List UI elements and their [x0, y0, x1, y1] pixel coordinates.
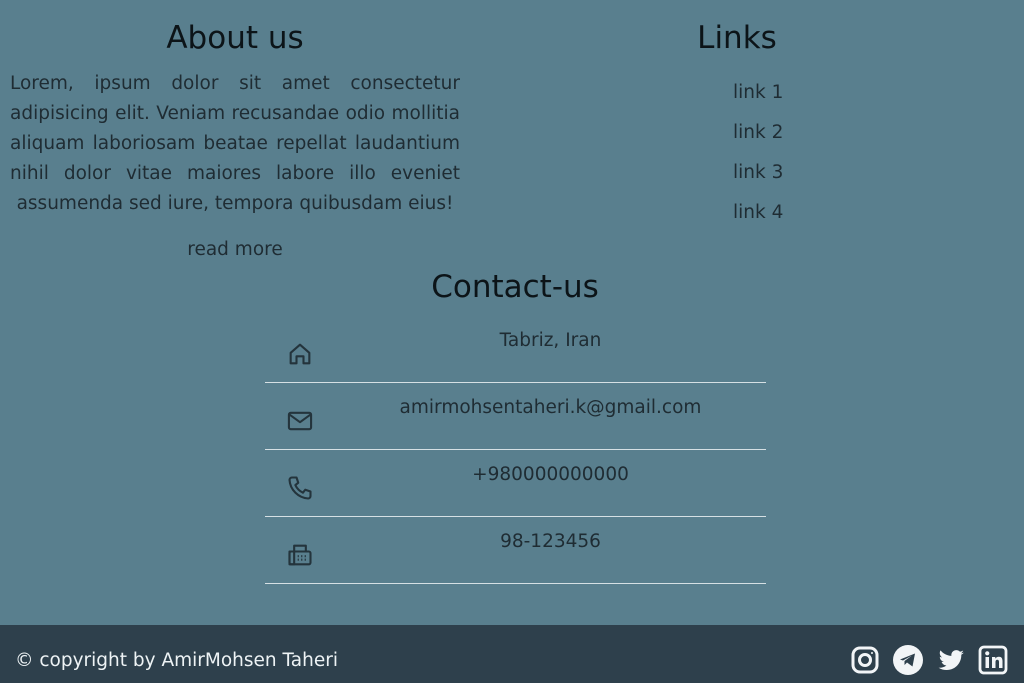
read-more-link[interactable]: read more	[0, 239, 470, 260]
contact-row-fax: 98-123456	[265, 517, 766, 584]
fax-icon	[286, 541, 314, 569]
phone-icon	[286, 474, 314, 502]
contact-email[interactable]: amirmohsentaheri.k@gmail.com	[335, 397, 766, 418]
linkedin-icon[interactable]	[977, 644, 1009, 676]
contact-address: Tabriz, Iran	[499, 330, 602, 351]
home-icon	[286, 340, 314, 368]
link-2[interactable]: link 2	[733, 120, 783, 160]
footer: © copyright by AmirMohsen Taheri	[0, 625, 1024, 683]
contact-row-address: Tabriz, Iran	[265, 316, 766, 383]
link-3[interactable]: link 3	[733, 160, 783, 200]
twitter-icon[interactable]	[935, 644, 967, 676]
mail-icon	[286, 407, 314, 435]
instagram-icon[interactable]	[849, 644, 881, 676]
about-heading: About us	[166, 20, 304, 56]
contact-table: Tabriz, Iran amirmohsentaheri.k@gmail.co…	[265, 316, 766, 584]
telegram-icon[interactable]	[892, 644, 924, 676]
contact-phone[interactable]: +980000000000	[335, 464, 766, 485]
contact-row-email: amirmohsentaheri.k@gmail.com	[265, 383, 766, 450]
copyright-text: © copyright by AmirMohsen Taheri	[15, 650, 338, 671]
link-1[interactable]: link 1	[733, 80, 783, 120]
about-text: Lorem, ipsum dolor sit amet consectetur …	[10, 73, 460, 214]
link-4[interactable]: link 4	[733, 200, 783, 240]
links-heading: Links	[697, 20, 777, 56]
contact-row-phone: +980000000000	[265, 450, 766, 517]
contact-heading: Contact-us	[431, 269, 599, 305]
links-list: link 1 link 2 link 3 link 4	[733, 80, 783, 240]
contact-fax: 98-123456	[500, 531, 601, 552]
